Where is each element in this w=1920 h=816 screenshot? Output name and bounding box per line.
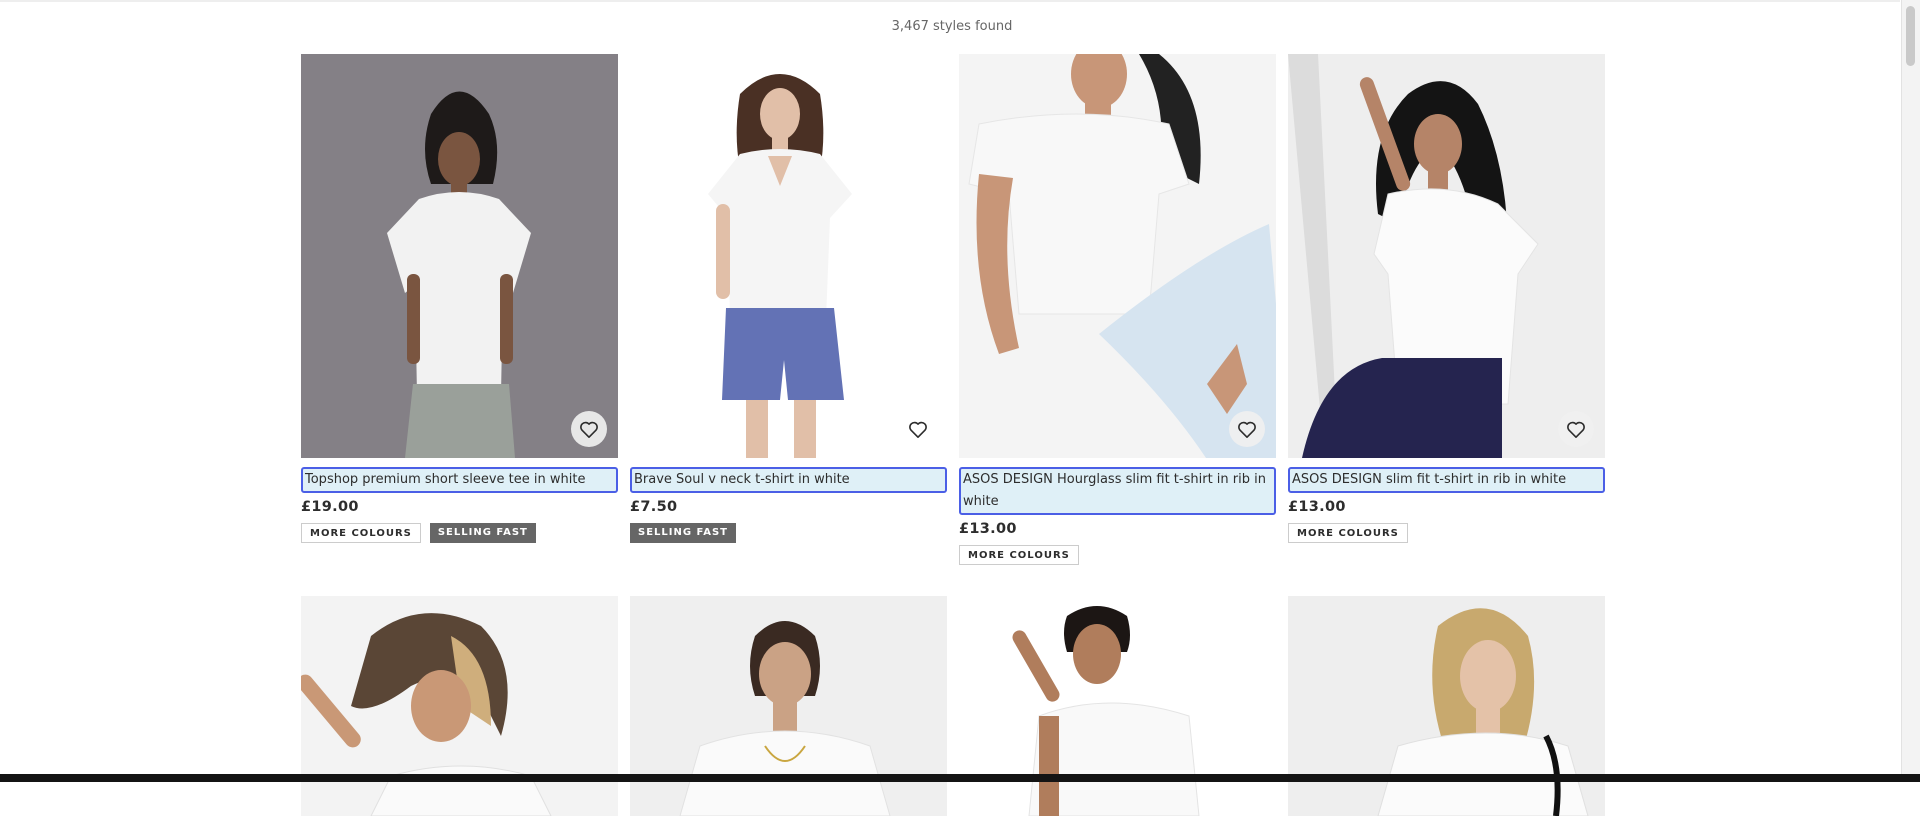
- save-for-later-button[interactable]: [1558, 411, 1594, 447]
- product-card[interactable]: Topshop premium short sleeve tee in whit…: [301, 54, 618, 570]
- selling-fast-badge: SELLING FAST: [630, 523, 737, 543]
- product-image[interactable]: [301, 54, 618, 458]
- heart-outline-icon: [1238, 421, 1256, 438]
- save-for-later-button[interactable]: [1229, 411, 1265, 447]
- product-image[interactable]: [630, 596, 947, 816]
- product-title-link[interactable]: Topshop premium short sleeve tee in whit…: [301, 467, 618, 493]
- product-badges: SELLING FAST: [630, 523, 947, 543]
- product-badges: MORE COLOURS: [1288, 523, 1605, 543]
- heart-outline-icon: [909, 421, 927, 438]
- product-image[interactable]: [959, 54, 1276, 458]
- product-card[interactable]: [630, 596, 947, 816]
- product-price: £19.00: [301, 499, 359, 515]
- product-image[interactable]: [959, 596, 1276, 816]
- results-count: 3,467 styles found: [891, 19, 1013, 34]
- more-colours-badge: MORE COLOURS: [959, 545, 1079, 565]
- more-colours-badge: MORE COLOURS: [1288, 523, 1408, 543]
- product-card[interactable]: ASOS DESIGN slim fit t-shirt in rib in w…: [1288, 54, 1605, 570]
- product-title-link[interactable]: ASOS DESIGN slim fit t-shirt in rib in w…: [1288, 467, 1605, 493]
- heart-outline-icon: [1567, 421, 1585, 438]
- selling-fast-badge: SELLING FAST: [429, 523, 536, 543]
- product-grid: Topshop premium short sleeve tee in whit…: [301, 54, 1605, 816]
- product-card[interactable]: ASOS DESIGN Hourglass slim fit t-shirt i…: [959, 54, 1276, 570]
- product-price: £13.00: [959, 521, 1017, 537]
- product-price: £7.50: [630, 499, 678, 515]
- product-card[interactable]: [1288, 596, 1605, 816]
- save-for-later-button[interactable]: [571, 411, 607, 447]
- product-card[interactable]: [301, 596, 618, 816]
- more-colours-badge: MORE COLOURS: [301, 523, 421, 543]
- product-image[interactable]: [1288, 54, 1605, 458]
- product-title-link[interactable]: ASOS DESIGN Hourglass slim fit t-shirt i…: [959, 467, 1276, 515]
- product-image[interactable]: [630, 54, 947, 458]
- product-card[interactable]: [959, 596, 1276, 816]
- product-card[interactable]: Brave Soul v neck t-shirt in white £7.50…: [630, 54, 947, 570]
- save-for-later-button[interactable]: [900, 411, 936, 447]
- scrollbar-thumb[interactable]: [1906, 6, 1915, 66]
- bottom-edge-bar: [0, 774, 1920, 782]
- product-badges: MORE COLOURS: [959, 545, 1276, 565]
- top-divider: [0, 0, 1900, 2]
- product-price: £13.00: [1288, 499, 1346, 515]
- heart-outline-icon: [580, 421, 598, 438]
- product-title-link[interactable]: Brave Soul v neck t-shirt in white: [630, 467, 947, 493]
- product-badges: MORE COLOURS SELLING FAST: [301, 523, 618, 543]
- page-scrollbar[interactable]: [1901, 0, 1920, 775]
- product-image[interactable]: [301, 596, 618, 816]
- product-image[interactable]: [1288, 596, 1605, 816]
